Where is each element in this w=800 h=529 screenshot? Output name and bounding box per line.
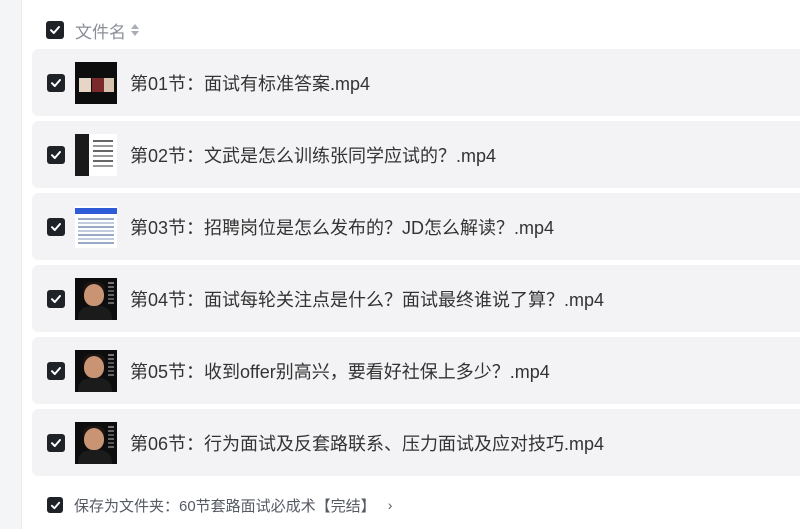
file-name[interactable]: 第01节：面试有标准答案.mp4: [130, 70, 370, 96]
file-checkbox[interactable]: [47, 217, 65, 236]
checkmark-icon: [51, 150, 61, 159]
file-checkbox[interactable]: [47, 289, 65, 308]
chevron-right-icon[interactable]: ›: [388, 497, 393, 513]
file-row[interactable]: 第05节：收到offer别高兴，要看好社保上多少？.mp4: [32, 337, 800, 404]
file-name[interactable]: 第03节：招聘岗位是怎么发布的？JD怎么解读？.mp4: [130, 214, 554, 240]
video-thumbnail: [75, 421, 117, 464]
file-name[interactable]: 第06节：行为面试及反套路联系、压力面试及应对技巧.mp4: [130, 430, 604, 456]
file-checkbox[interactable]: [47, 145, 65, 164]
file-row[interactable]: 第04节：面试每轮关注点是什么？面试最终谁说了算？.mp4: [32, 265, 800, 332]
checkmark-icon: [50, 501, 60, 509]
video-thumbnail: [75, 277, 117, 320]
file-checkbox[interactable]: [47, 433, 65, 452]
file-name[interactable]: 第04节：面试每轮关注点是什么？面试最终谁说了算？.mp4: [130, 286, 604, 312]
file-row[interactable]: 第01节：面试有标准答案.mp4: [32, 49, 800, 116]
video-thumbnail: [75, 205, 117, 248]
video-thumbnail: [75, 61, 117, 104]
file-checkbox[interactable]: [47, 361, 65, 380]
select-all-checkbox[interactable]: [46, 21, 64, 39]
file-list: 第01节：面试有标准答案.mp4 第02节：文武是怎么训练张同学应试的？.mp4…: [32, 49, 800, 481]
checkmark-icon: [51, 366, 61, 375]
save-as-folder-row[interactable]: 保存为文件夹：60节套路面试必成术【完结】 ›: [47, 495, 392, 515]
column-header-filename[interactable]: 文件名: [75, 18, 126, 43]
file-list-header: 文件名: [46, 18, 139, 42]
file-name[interactable]: 第02节：文武是怎么训练张同学应试的？.mp4: [130, 142, 496, 168]
checkmark-icon: [51, 222, 61, 231]
file-row[interactable]: 第03节：招聘岗位是怎么发布的？JD怎么解读？.mp4: [32, 193, 800, 260]
save-as-folder-checkbox[interactable]: [47, 497, 63, 513]
left-panel-edge: [0, 0, 22, 529]
video-thumbnail: [75, 133, 117, 176]
file-row[interactable]: 第02节：文武是怎么训练张同学应试的？.mp4: [32, 121, 800, 188]
video-thumbnail: [75, 349, 117, 392]
sort-icon[interactable]: [131, 24, 139, 36]
file-row[interactable]: 第06节：行为面试及反套路联系、压力面试及应对技巧.mp4: [32, 409, 800, 476]
file-name[interactable]: 第05节：收到offer别高兴，要看好社保上多少？.mp4: [130, 358, 550, 384]
checkmark-icon: [51, 294, 61, 303]
checkmark-icon: [51, 78, 61, 87]
checkmark-icon: [51, 438, 61, 447]
file-checkbox[interactable]: [47, 73, 65, 92]
save-as-folder-label[interactable]: 保存为文件夹：60节套路面试必成术【完结】: [74, 495, 376, 516]
checkmark-icon: [50, 26, 60, 34]
